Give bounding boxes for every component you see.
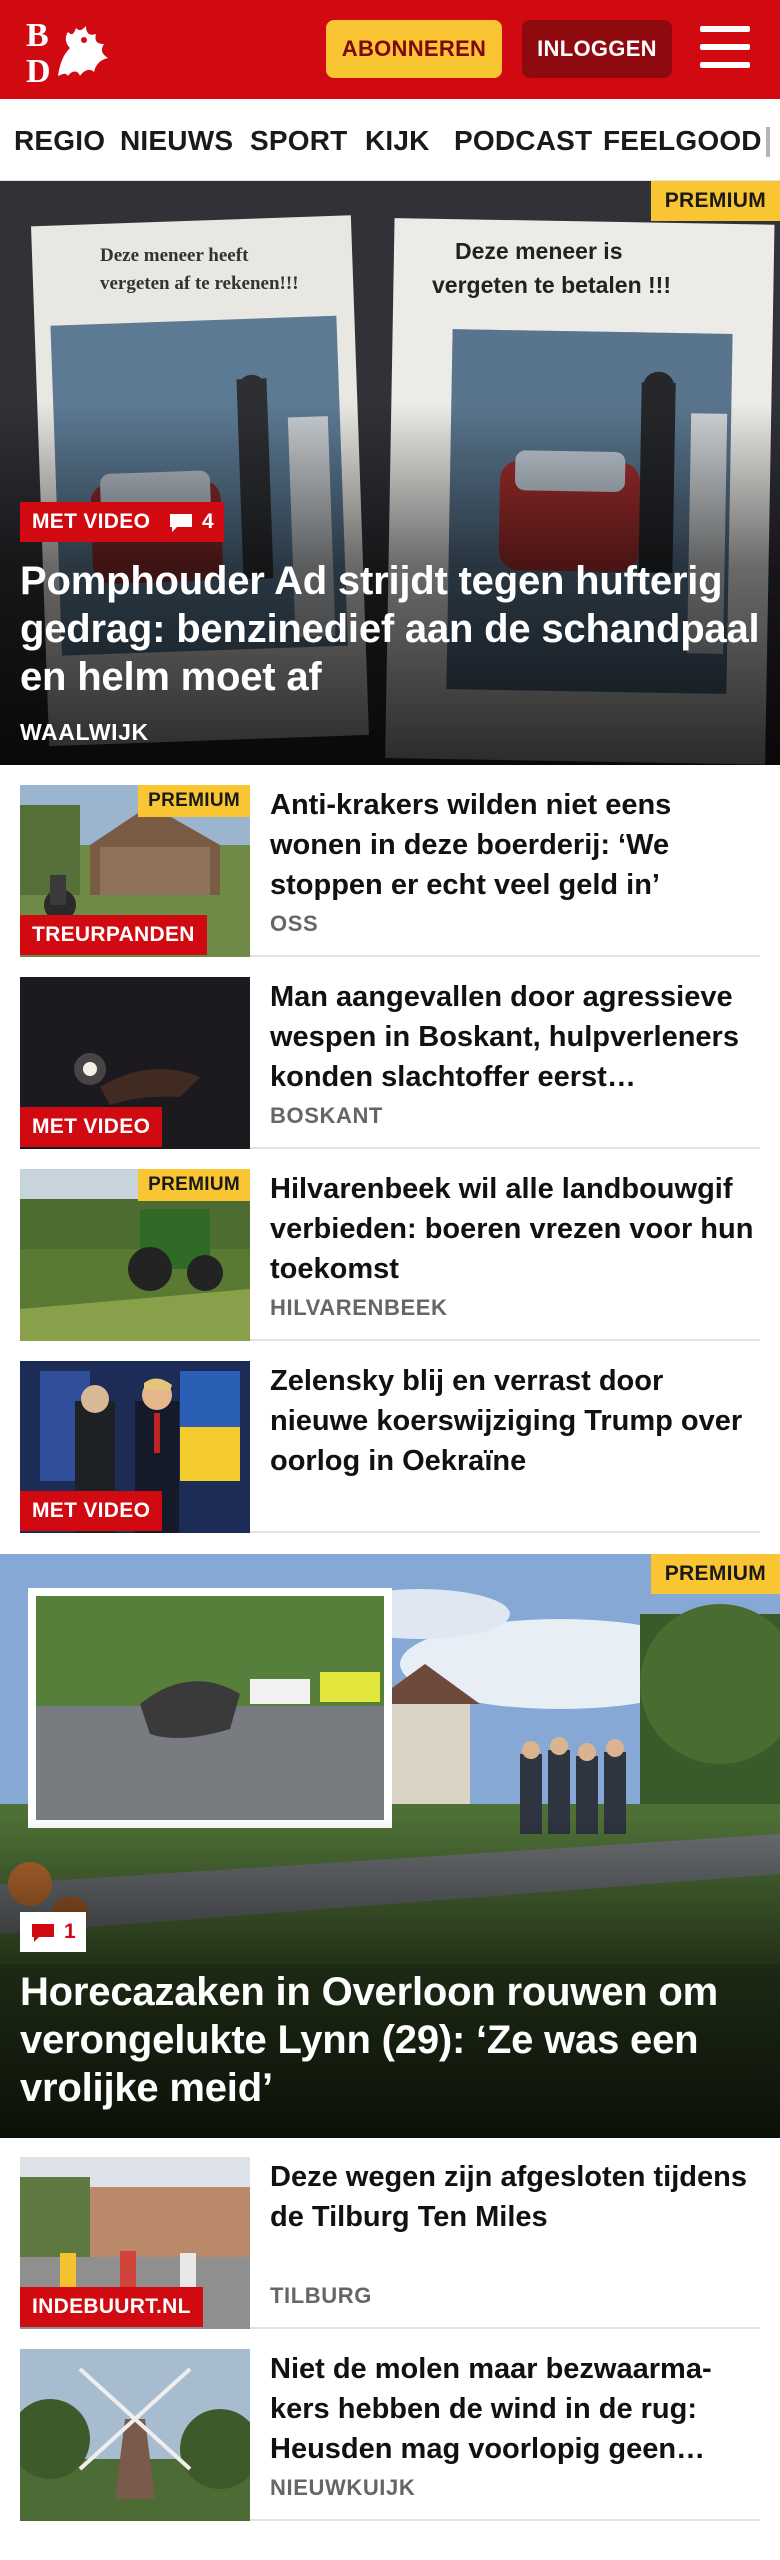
article-title[interactable]: Zelensky blij en verrast door nieuwe koe…	[270, 1361, 760, 1481]
list-item[interactable]: MET VIDEO Zelensky blij en verrast door …	[20, 1361, 760, 1533]
hero-location: WAALWIJK	[20, 719, 149, 745]
svg-text:B: B	[26, 17, 49, 54]
list-item[interactable]: INDEBUURT.NL Deze wegen zijn afgesloten …	[20, 2157, 760, 2329]
menu-icon[interactable]	[700, 26, 752, 72]
article-title[interactable]: Man aangevallen door agressieve wespen i…	[270, 977, 760, 1097]
bd-logo[interactable]: B D	[24, 14, 120, 90]
comment-bubble-icon	[30, 1922, 56, 1942]
hero-headline[interactable]: Pomphouder Ad strijdt tegen hufterig ged…	[20, 557, 760, 701]
article-location: NIEUWKUIJK	[270, 2475, 416, 2500]
category-tag: MET VIDEO	[20, 1491, 163, 1531]
nav-item-podcast[interactable]: PODCAST	[454, 125, 592, 157]
article-location: BOSKANT	[270, 1103, 383, 1128]
nav-item-nieuws[interactable]: NIEUWS	[120, 125, 233, 157]
svg-text:D: D	[26, 53, 51, 86]
photo-sign-right-line2: vergeten te betalen !!!	[432, 272, 671, 298]
article-title[interactable]: Anti-krakers wilden niet eens wonen in d…	[270, 785, 760, 905]
nav-item-kijk[interactable]: KIJK	[365, 125, 430, 157]
nav-item-feelgood[interactable]: FEELGOOD	[603, 125, 762, 157]
article-title[interactable]: Niet de molen maar bezwaarma­kers hebben…	[270, 2349, 760, 2469]
list-item[interactable]: Niet de molen maar bezwaarma­kers hebben…	[20, 2349, 760, 2521]
photo-sign-left-line1: Deze meneer heeft	[100, 245, 249, 266]
premium-badge: PREMIUM	[650, 1554, 780, 1594]
category-tag: TREURPANDEN	[20, 915, 207, 955]
article-location: OSS	[270, 911, 319, 936]
premium-badge: PREMIUM	[138, 785, 250, 817]
category-tag: MET VIDEO	[20, 1107, 163, 1147]
nav-item-sport[interactable]: SPORT	[250, 125, 347, 157]
article-title[interactable]: Deze wegen zijn afgesloten tijdens de Ti…	[270, 2157, 760, 2237]
hero-article-overloon[interactable]: PREMIUM 1 Horecazaken in Overloon rouwen…	[0, 1554, 780, 2138]
article-location: TILBURG	[270, 2283, 372, 2308]
premium-badge: PREMIUM	[650, 181, 780, 221]
nav-item-regio[interactable]: REGIO	[14, 125, 105, 157]
list-item[interactable]: MET VIDEO Man aangevallen door agressiev…	[20, 977, 760, 1149]
section-nav: REGIO NIEUWS SPORT KIJK PODCAST FEELGOOD	[0, 99, 780, 181]
article-thumbnail	[20, 2349, 250, 2521]
comment-count-badge[interactable]: 4	[158, 502, 224, 542]
article-location: HILVARENBEEK	[270, 1295, 448, 1320]
list-item[interactable]: PREMIUM TREURPANDEN Anti-krakers wilden …	[20, 785, 760, 957]
video-badge: MET VIDEO	[20, 502, 163, 542]
hero-article-pomphouder[interactable]: Deze meneer heeft vergeten af te rekenen…	[0, 181, 780, 765]
photo-sign-right-line1: Deze meneer is	[455, 238, 622, 264]
comment-bubble-icon	[168, 512, 194, 532]
login-button[interactable]: INLOGGEN	[522, 20, 672, 78]
list-item[interactable]: PREMIUM Hilvarenbeek wil alle landbouw­g…	[20, 1169, 760, 1341]
subscribe-button[interactable]: ABONNEREN	[326, 20, 502, 78]
hero-headline[interactable]: Horecazaken in Overloon rouwen om verong…	[20, 1968, 760, 2112]
nav-overflow-indicator	[766, 127, 770, 157]
comment-count: 1	[64, 1920, 76, 1943]
comment-count-badge[interactable]: 1	[20, 1912, 86, 1952]
photo-sign-left-line2: vergeten af te rekenen!!!	[100, 273, 299, 294]
article-title[interactable]: Hilvarenbeek wil alle landbouw­gif verbi…	[270, 1169, 760, 1289]
comment-count: 4	[202, 510, 214, 533]
premium-badge: PREMIUM	[138, 1169, 250, 1201]
category-tag: INDEBUURT.NL	[20, 2287, 203, 2327]
site-header: B D ABONNEREN INLOGGEN	[0, 0, 780, 99]
